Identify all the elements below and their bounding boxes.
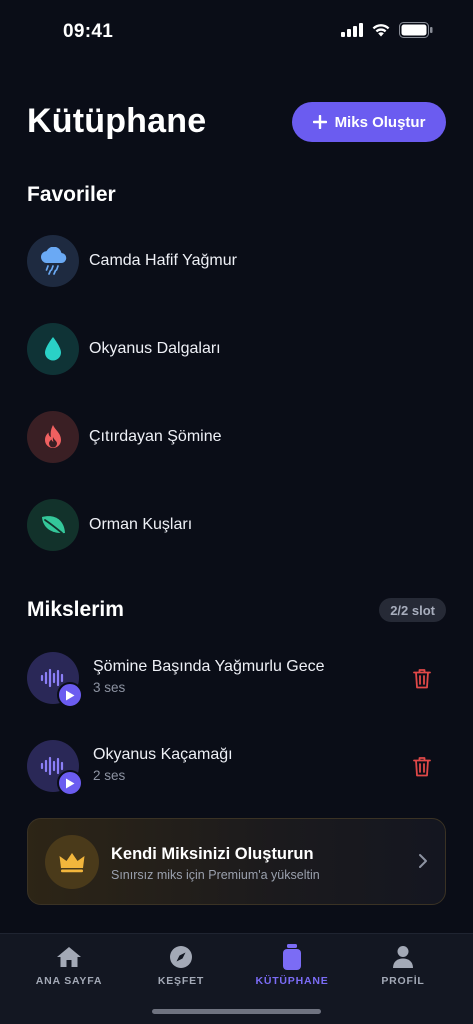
play-button[interactable] xyxy=(57,770,83,796)
delete-button[interactable] xyxy=(411,666,433,690)
tab-explore[interactable]: KEŞFET xyxy=(126,944,236,987)
mix-name: Şömine Başında Yağmurlu Gece xyxy=(93,658,325,675)
fire-icon xyxy=(27,411,79,463)
status-time: 09:41 xyxy=(63,21,114,42)
favorite-item-ocean[interactable]: Okyanus Dalgaları xyxy=(27,323,447,375)
mix-item[interactable]: Okyanus Kaçamağı 2 ses xyxy=(27,740,447,796)
home-indicator xyxy=(152,1009,321,1014)
trash-icon xyxy=(413,756,431,776)
tab-label: ANA SAYFA xyxy=(35,975,103,987)
my-mixes-title: Mikslerim xyxy=(27,598,124,621)
mix-name: Okyanus Kaçamağı xyxy=(93,746,233,763)
wifi-icon xyxy=(372,24,390,37)
profile-icon xyxy=(392,944,414,970)
header: Kütüphane Miks Oluştur xyxy=(27,100,446,146)
mix-sound-count: 3 ses xyxy=(93,680,126,695)
status-icons xyxy=(341,22,433,38)
favorite-label: Orman Kuşları xyxy=(89,516,193,533)
premium-title: Kendi Miksinizi Oluşturun xyxy=(111,845,314,863)
water-drop-icon xyxy=(27,323,79,375)
favorite-label: Camda Hafif Yağmur xyxy=(89,252,237,269)
mix-sound-count: 2 ses xyxy=(93,768,126,783)
play-icon xyxy=(66,778,75,788)
leaf-icon xyxy=(27,499,79,551)
tab-library[interactable]: KÜTÜPHANE xyxy=(237,944,347,987)
status-bar: 09:41 xyxy=(0,0,473,62)
tab-home[interactable]: ANA SAYFA xyxy=(14,944,124,987)
compass-icon xyxy=(169,944,193,970)
plus-icon xyxy=(312,115,327,129)
play-icon xyxy=(66,690,75,700)
tab-profile[interactable]: PROFİL xyxy=(348,944,458,987)
trash-icon xyxy=(413,668,431,688)
premium-subtitle: Sınırsız miks için Premium'a yükseltin xyxy=(111,868,320,882)
library-icon xyxy=(282,944,302,970)
home-icon xyxy=(55,944,83,970)
chevron-right-icon xyxy=(419,854,427,868)
crown-icon xyxy=(45,835,99,889)
favorite-item-fireplace[interactable]: Çıtırdayan Şömine xyxy=(27,411,447,463)
tab-label: KEŞFET xyxy=(157,975,205,987)
battery-icon xyxy=(399,22,433,38)
favorite-item-forest[interactable]: Orman Kuşları xyxy=(27,499,447,551)
tab-label: PROFİL xyxy=(381,975,425,987)
premium-upsell-card[interactable]: Kendi Miksinizi Oluşturun Sınırsız miks … xyxy=(27,818,446,905)
tab-label: KÜTÜPHANE xyxy=(255,975,329,987)
slot-badge: 2/2 slot xyxy=(379,598,446,622)
signal-icon xyxy=(341,23,363,37)
favorite-item-rain[interactable]: Camda Hafif Yağmur xyxy=(27,235,447,287)
play-button[interactable] xyxy=(57,682,83,708)
favorite-label: Çıtırdayan Şömine xyxy=(89,428,222,445)
rain-cloud-icon xyxy=(27,235,79,287)
create-mix-button[interactable]: Miks Oluştur xyxy=(292,102,446,142)
page-title: Kütüphane xyxy=(27,102,207,140)
favorite-label: Okyanus Dalgaları xyxy=(89,340,221,357)
favorites-title: Favoriler xyxy=(27,183,116,206)
mix-item[interactable]: Şömine Başında Yağmurlu Gece 3 ses xyxy=(27,652,447,708)
delete-button[interactable] xyxy=(411,754,433,778)
create-mix-label: Miks Oluştur xyxy=(334,113,426,131)
